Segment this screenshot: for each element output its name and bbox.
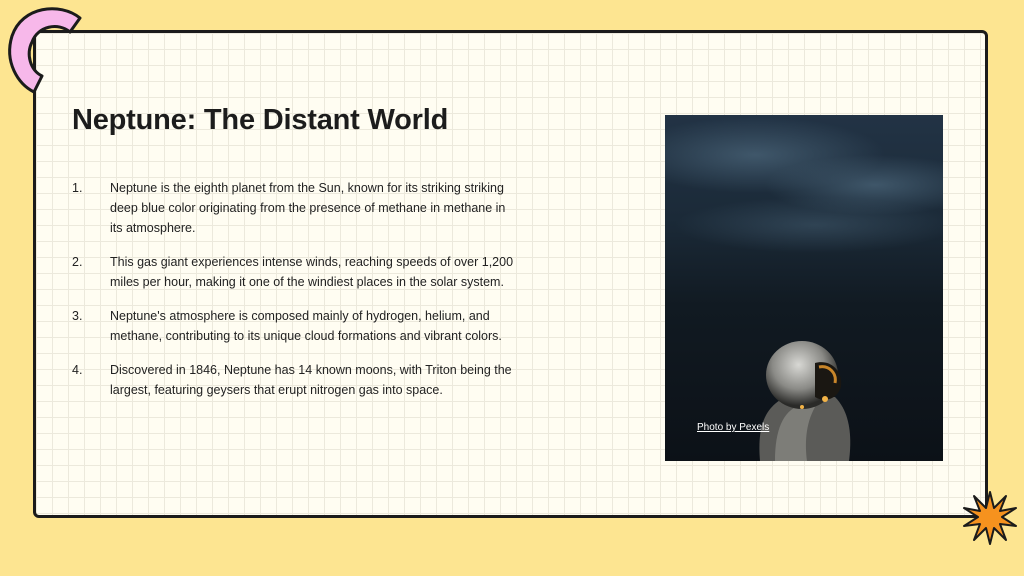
astronaut-photo: Photo by Pexels — [665, 115, 943, 461]
slide-title: Neptune: The Distant World — [72, 104, 449, 136]
list-item: 4. Discovered in 1846, Neptune has 14 kn… — [72, 360, 522, 400]
numbered-list: 1. Neptune is the eighth planet from the… — [72, 178, 522, 414]
list-item-text: Discovered in 1846, Neptune has 14 known… — [110, 363, 512, 397]
list-item-text: Neptune is the eighth planet from the Su… — [110, 181, 506, 235]
orange-starburst-decoration — [963, 491, 1017, 545]
list-item-number: 4. — [72, 363, 83, 377]
photo-credit-link[interactable]: Photo by Pexels — [697, 422, 769, 433]
list-item: 1. Neptune is the eighth planet from the… — [72, 178, 522, 238]
list-item-text: This gas giant experiences intense winds… — [110, 255, 514, 289]
list-item: 2. This gas giant experiences intense wi… — [72, 252, 522, 292]
pink-c-shape-decoration — [8, 7, 82, 94]
list-item-number: 1. — [72, 181, 83, 195]
astronaut-illustration — [665, 117, 943, 461]
list-item-text: Neptune's atmosphere is composed mainly … — [110, 309, 502, 343]
list-item: 3. Neptune's atmosphere is composed main… — [72, 306, 522, 346]
list-item-number: 3. — [72, 309, 83, 323]
list-item-number: 2. — [72, 255, 83, 269]
